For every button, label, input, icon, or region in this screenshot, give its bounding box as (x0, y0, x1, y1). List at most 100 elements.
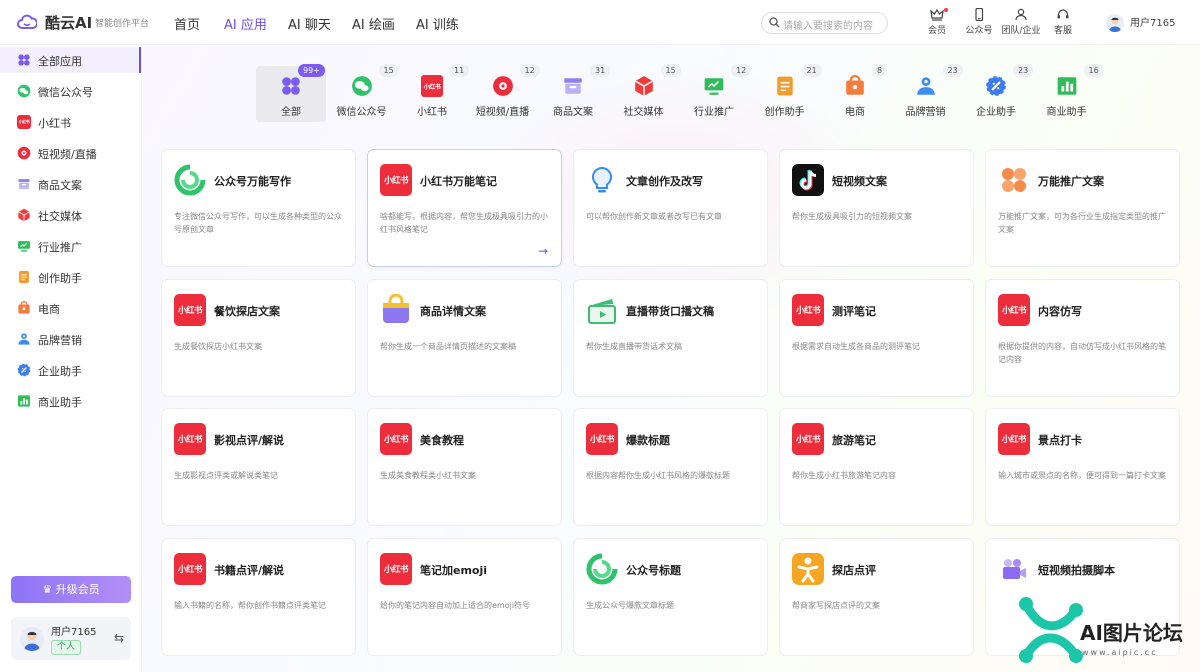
sidebar-item-9[interactable]: 品牌营销 (0, 326, 141, 352)
app-card-title: 公众号万能写作 (214, 175, 291, 188)
sidebar-item-label: 商业助手 (38, 396, 82, 409)
xhs-icon: 小红书 (421, 75, 443, 97)
app-card[interactable]: 小红书 旅游笔记 帮你生成小红书旅游笔记内容 (780, 409, 973, 525)
app-card[interactable]: 公众号万能写作 专注微信公众号写作，可以生成各种类型的公众号原创文章 (162, 150, 355, 266)
xhs-logo-text: 小红书 (586, 423, 618, 455)
xhs-icon: 小红书 (174, 423, 206, 455)
nav-home[interactable]: 首页 (174, 14, 200, 33)
nav-ai-drawing[interactable]: AI 绘画 (352, 14, 395, 33)
xhs-icon: 小红书 (586, 423, 618, 455)
xhs-icon: 小红书 (380, 423, 412, 455)
switch-account-icon[interactable]: ⇆ (114, 631, 124, 645)
cloud-logo-icon[interactable] (17, 13, 37, 31)
user-card[interactable]: 用户7165 个人 ⇆ (11, 617, 131, 660)
app-card[interactable]: 探店点评 帮商家写探店点评的文案 (780, 538, 973, 655)
app-card-description: 生成餐饮探店小红书文案 (174, 341, 262, 351)
sidebar-item-5[interactable]: 社交媒体 (0, 202, 141, 228)
category-count-badge: 21 (801, 64, 822, 77)
app-card[interactable]: 公众号标题 生成公众号爆款文章标题 (574, 538, 767, 655)
app-card[interactable]: 小红书 美食教程 生成美食教程类小红书文案 (368, 409, 561, 525)
wechat-logo-icon (586, 553, 618, 585)
phone-icon (975, 8, 984, 21)
category-label: 商业助手 (1046, 107, 1087, 118)
xhs-logo-text: 小红书 (380, 164, 412, 196)
grid-icon (17, 53, 31, 67)
sidebar-item-6[interactable]: 行业推广 (0, 233, 141, 259)
brand-subtitle: 智能创作平台 (95, 19, 150, 29)
category-tab-5[interactable]: 社交媒体 15 (609, 64, 681, 122)
category-count-badge: 31 (590, 64, 611, 77)
upgrade-label: 升级会员 (55, 583, 100, 596)
category-tab-10[interactable]: 企业助手 23 (961, 64, 1034, 122)
sidebar-item-3[interactable]: 短视频/直播 (0, 140, 141, 166)
shop-icon (844, 75, 866, 97)
app-card-description: 生成影视点评类或解说类笔记 (174, 471, 278, 480)
app-card-title: 公众号标题 (626, 563, 681, 577)
category-tab-7[interactable]: 创作助手 21 (750, 64, 822, 122)
app-card[interactable]: 小红书 爆款标题 根据内容帮你生成小红书风格的爆款标题 (574, 409, 767, 525)
category-tab-0[interactable]: 全部 99+ (256, 64, 326, 122)
sidebar-item-4[interactable]: 商品文案 (0, 171, 141, 197)
util-membership[interactable]: 会员 (916, 8, 958, 36)
arrow-right-icon[interactable]: → (538, 244, 548, 258)
util-support[interactable]: 客服 (1042, 8, 1084, 36)
cube-icon (17, 208, 31, 222)
sidebar-item-8[interactable]: 电商 (0, 295, 141, 321)
brand-name[interactable]: 酷云AI (45, 12, 92, 33)
category-tab-6[interactable]: 行业推广 12 (679, 64, 752, 122)
app-card-description: 专注微信公众号写作，可以生成各种类型的公众号原创文章 (174, 212, 342, 234)
util-official-account[interactable]: 公众号 (958, 8, 1000, 36)
util-label: 客服 (1053, 26, 1072, 36)
sidebar-item-0[interactable]: 全部应用 (0, 47, 141, 73)
category-tab-11[interactable]: 商业助手 16 (1032, 64, 1104, 122)
app-card[interactable]: 文章创作及改写 可以帮你创作新文章或者改写已有文章 (574, 150, 767, 266)
app-card-description: 帮你生成极具吸引力的短视频文案 (792, 212, 912, 221)
user-menu[interactable]: 用户7165 (1106, 14, 1175, 32)
category-tab-1[interactable]: 微信公众号 15 (327, 64, 399, 122)
sidebar-item-label: 短视频/直播 (38, 148, 97, 161)
app-card[interactable]: 小红书 测评笔记 根据需求自动生成各商品的测评笔记 (780, 279, 973, 396)
sidebar-item-10[interactable]: 企业助手 (0, 357, 141, 383)
app-card-title: 测评笔记 (832, 304, 876, 318)
category-tab-2[interactable]: 小红书 小红书 11 (397, 64, 470, 122)
search-input[interactable]: 请输入要搜索的内容 (761, 12, 888, 34)
sidebar-item-1[interactable]: 微信公众号 (0, 78, 141, 104)
app-card[interactable]: 万能推广文案 万能推广文案，可为各行业生成指定类型的推广文案 (986, 150, 1179, 266)
sidebar-item-label: 微信公众号 (38, 86, 93, 99)
app-card-title: 商品详情文案 (420, 304, 486, 318)
app-card[interactable]: 商品详情文案 帮你生成一个商品详情页描述的文案稿 (368, 279, 561, 396)
nav-ai-training[interactable]: AI 训练 (416, 14, 459, 33)
category-tab-4[interactable]: 商品文案 31 (538, 64, 611, 122)
category-tab-8[interactable]: 电商 8 (820, 64, 890, 122)
bag-icon (380, 293, 412, 326)
category-count-badge: 23 (942, 64, 963, 77)
app-card[interactable]: 小红书 影视点评/解说 生成影视点评类或解说类笔记 (162, 409, 355, 525)
app-card[interactable]: 小红书 书籍点评/解说 输入书籍的名称，帮你创作书籍点评类笔记 (162, 538, 355, 655)
nav-ai-chat[interactable]: AI 聊天 (288, 14, 331, 33)
bulb-icon (586, 164, 618, 196)
app-card[interactable]: 小红书 内容仿写 根据你提供的内容，自动仿写成小红书风格的笔记内容 (986, 279, 1179, 396)
xhs-icon: 小红书 (174, 552, 206, 585)
upgrade-membership-button[interactable]: ♛ 升级会员 (11, 576, 131, 603)
app-card-description: 帮你生成小红书旅游笔记内容 (792, 471, 896, 480)
category-count-badge: 11 (449, 64, 470, 77)
app-card[interactable]: 小红书 小红书万能笔记 啥都能写，根据内容，帮您生成极具吸引力的小红书风格笔记 → (368, 150, 561, 266)
sidebar-item-11[interactable]: 商业助手 (0, 388, 141, 414)
app-card[interactable]: 小红书 景点打卡 输入城市或景点的名称，便可得到一篇打卡文案 (986, 409, 1179, 525)
app-card[interactable]: 短视频文案 帮你生成极具吸引力的短视频文案 (780, 150, 973, 266)
app-card[interactable]: 直播带货口播文稿 帮你生成直播带货话术文稿 (574, 279, 767, 396)
sidebar-item-2[interactable]: 小红书 小红书 (0, 109, 141, 135)
nav-ai-apps[interactable]: AI 应用 (224, 14, 267, 33)
category-count-badge: 16 (1083, 64, 1104, 77)
category-tab-3[interactable]: 短视频/直播 12 (468, 64, 540, 122)
util-team[interactable]: 团队/企业 (1000, 8, 1042, 36)
category-tab-9[interactable]: 品牌营销 23 (891, 64, 963, 122)
app-card[interactable]: 小红书 餐饮探店文案 生成餐饮探店小红书文案 (162, 279, 355, 396)
sidebar-item-7[interactable]: 创作助手 (0, 264, 141, 290)
xhs-logo-text: 小红书 (998, 293, 1030, 326)
app-card[interactable]: 小红书 笔记加emoji 给你的笔记内容自动加上适合的emoji符号 (368, 538, 561, 655)
crown-icon: ♛ (42, 583, 56, 596)
xhs-logo-text: 小红书 (174, 552, 206, 585)
app-card-title: 直播带货口播文稿 (626, 304, 714, 318)
watermark: AI图片论坛 www.aipic.cc (1000, 592, 1200, 672)
